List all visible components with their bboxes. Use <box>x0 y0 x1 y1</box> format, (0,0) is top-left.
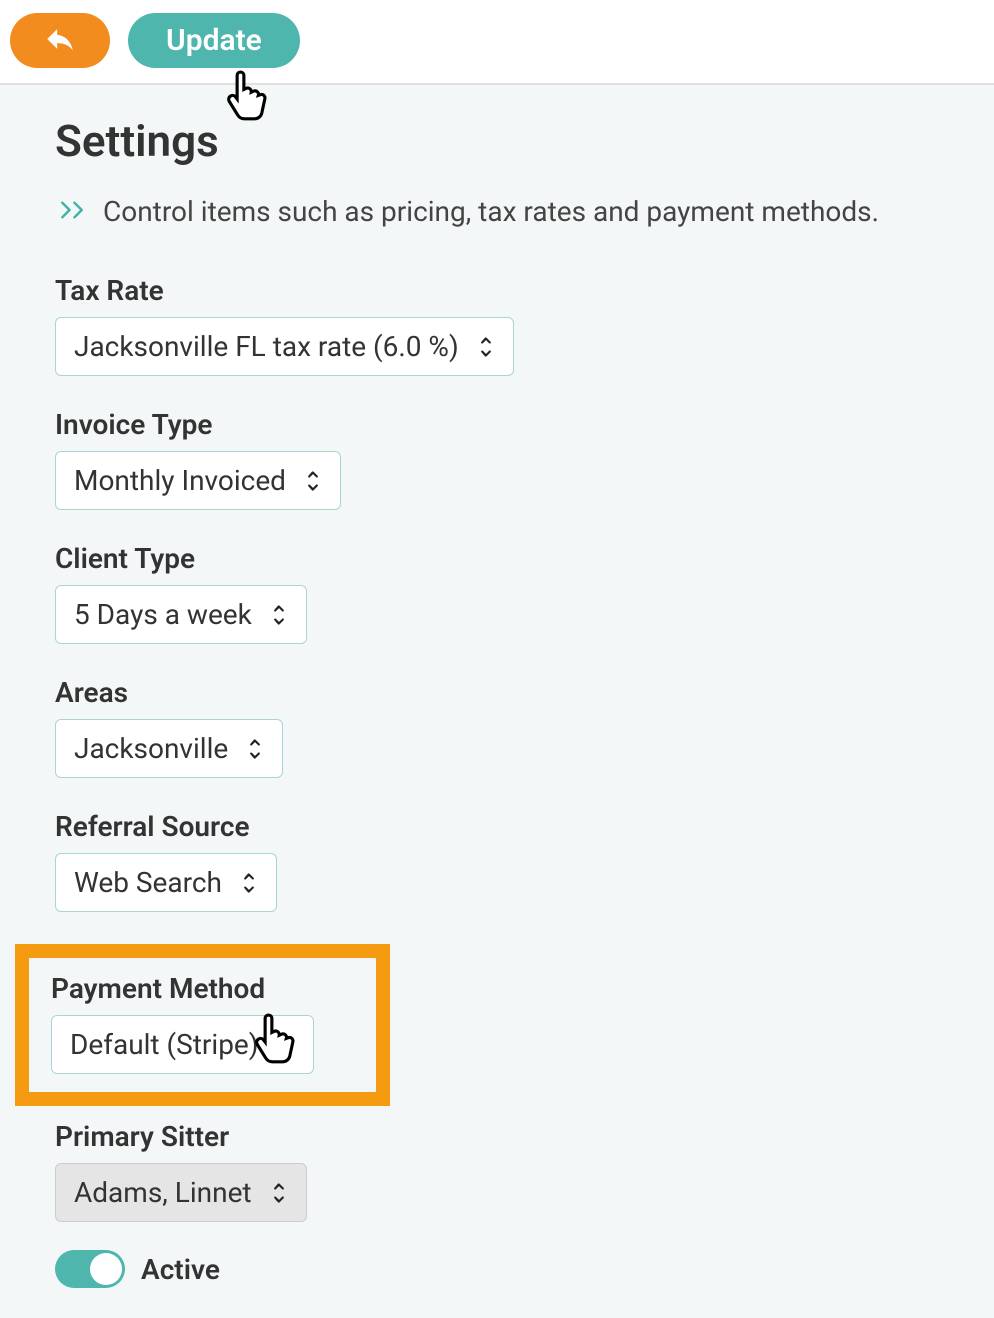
payment-method-value: Default (Stripe) <box>70 1028 259 1061</box>
sort-icon <box>277 1034 295 1056</box>
description-text: Control items such as pricing, tax rates… <box>103 195 879 228</box>
sort-icon <box>304 470 322 492</box>
payment-method-highlight: Payment Method Default (Stripe) <box>15 944 390 1106</box>
active-toggle-label: Active <box>141 1253 220 1286</box>
sort-icon <box>240 872 258 894</box>
sort-icon <box>270 1182 288 1204</box>
client-type-select[interactable]: 5 Days a week <box>55 585 307 644</box>
areas-select[interactable]: Jacksonville <box>55 719 283 778</box>
field-payment-method: Payment Method Default (Stripe) <box>51 972 354 1074</box>
invoice-type-select[interactable]: Monthly Invoiced <box>55 451 341 510</box>
referral-source-label: Referral Source <box>55 810 939 843</box>
client-type-value: 5 Days a week <box>74 598 252 631</box>
areas-value: Jacksonville <box>74 732 228 765</box>
active-toggle-row: Active <box>55 1250 939 1288</box>
primary-sitter-label: Primary Sitter <box>55 1120 939 1153</box>
update-button[interactable]: Update <box>128 13 300 68</box>
payment-method-label: Payment Method <box>51 972 354 1005</box>
sort-icon <box>270 604 288 626</box>
toolbar: Update <box>0 0 994 85</box>
areas-label: Areas <box>55 676 939 709</box>
reply-arrow-icon <box>43 22 77 59</box>
field-client-type: Client Type 5 Days a week <box>55 542 939 644</box>
chevrons-right-icon <box>55 197 89 227</box>
tax-rate-value: Jacksonville FL tax rate (6.0 %) <box>74 330 459 363</box>
client-type-label: Client Type <box>55 542 939 575</box>
primary-sitter-select[interactable]: Adams, Linnet <box>55 1163 307 1222</box>
tax-rate-select[interactable]: Jacksonville FL tax rate (6.0 %) <box>55 317 514 376</box>
sort-icon <box>246 738 264 760</box>
active-toggle[interactable] <box>55 1250 125 1288</box>
invoice-type-label: Invoice Type <box>55 408 939 441</box>
payment-method-select[interactable]: Default (Stripe) <box>51 1015 314 1074</box>
field-invoice-type: Invoice Type Monthly Invoiced <box>55 408 939 510</box>
referral-source-value: Web Search <box>74 866 222 899</box>
sort-icon <box>477 336 495 358</box>
field-primary-sitter: Primary Sitter Adams, Linnet <box>55 1120 939 1222</box>
tax-rate-label: Tax Rate <box>55 274 939 307</box>
field-areas: Areas Jacksonville <box>55 676 939 778</box>
field-tax-rate: Tax Rate Jacksonville FL tax rate (6.0 %… <box>55 274 939 376</box>
field-referral-source: Referral Source Web Search <box>55 810 939 912</box>
page-title: Settings <box>55 115 939 167</box>
settings-content: Settings Control items such as pricing, … <box>0 85 994 1318</box>
description-row: Control items such as pricing, tax rates… <box>55 195 939 228</box>
referral-source-select[interactable]: Web Search <box>55 853 277 912</box>
primary-sitter-value: Adams, Linnet <box>74 1176 252 1209</box>
invoice-type-value: Monthly Invoiced <box>74 464 286 497</box>
back-button[interactable] <box>10 13 110 68</box>
toggle-knob <box>90 1253 122 1285</box>
